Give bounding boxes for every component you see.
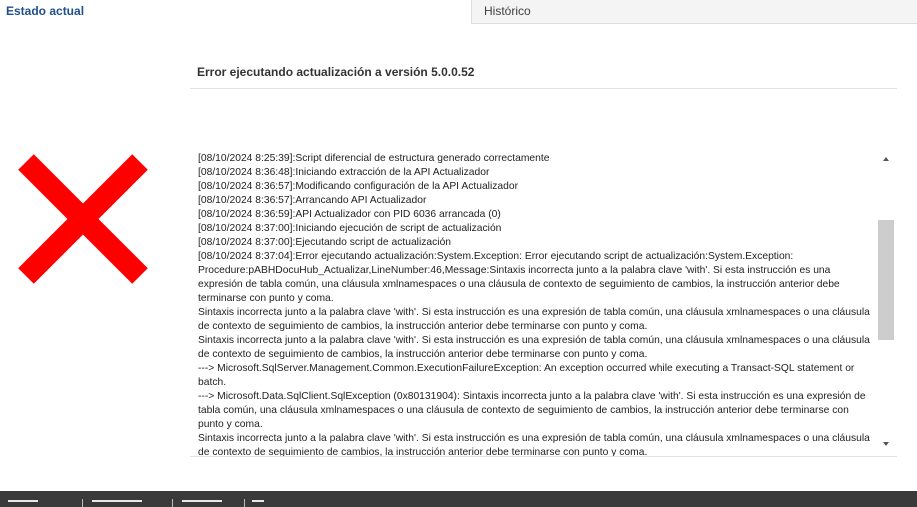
log-content: [08/10/2024 8:25:39]:Script diferencial …	[198, 152, 876, 457]
log-line: ---> Microsoft.SqlServer.Management.Comm…	[198, 363, 855, 388]
log-output[interactable]: [08/10/2024 8:25:39]:Script diferencial …	[190, 147, 897, 457]
log-line: Sintaxis incorrecta junto a la palabra c…	[198, 335, 870, 360]
log-line: Sintaxis incorrecta junto a la palabra c…	[198, 307, 870, 332]
log-line: [08/10/2024 8:25:39]:Script diferencial …	[198, 153, 550, 164]
tab-estado-actual[interactable]: Estado actual	[0, 0, 471, 25]
toolbar-glyph	[92, 500, 142, 502]
log-line: [08/10/2024 8:36:57]:Arrancando API Actu…	[198, 195, 427, 206]
toolbar-separator	[172, 499, 173, 507]
bottom-toolbar	[0, 491, 917, 507]
toolbar-separator	[82, 499, 83, 507]
heading-divider	[190, 88, 897, 89]
log-line: [08/10/2024 8:36:59]:API Actualizador co…	[198, 209, 501, 220]
log-line: [08/10/2024 8:37:04]:Error ejecutando ac…	[198, 251, 840, 304]
update-status-page: Estado actual Histórico Error ejecutando…	[0, 0, 917, 507]
toolbar-glyph	[8, 500, 38, 502]
scroll-thumb[interactable]	[878, 220, 894, 340]
log-line: ---> Microsoft.Data.SqlClient.SqlExcepti…	[198, 391, 866, 430]
log-line: [08/10/2024 8:36:48]:Iniciando extracció…	[198, 167, 490, 178]
log-line: [08/10/2024 8:36:57]:Modificando configu…	[198, 181, 518, 192]
log-line: [08/10/2024 8:37:00]:Iniciando ejecución…	[198, 223, 502, 234]
log-line: [08/10/2024 8:37:00]:Ejecutando script d…	[198, 237, 452, 248]
tab-historico-label: Histórico	[484, 4, 531, 18]
scroll-up-arrow-icon[interactable]	[880, 153, 892, 165]
scroll-down-arrow-icon[interactable]	[880, 438, 892, 450]
error-x-icon	[18, 154, 148, 284]
tab-bar: Estado actual Histórico	[0, 0, 917, 25]
tab-historico[interactable]: Histórico	[471, 0, 917, 24]
log-line: Sintaxis incorrecta junto a la palabra c…	[198, 433, 870, 457]
status-heading: Error ejecutando actualización a versión…	[197, 65, 475, 79]
tab-estado-actual-label: Estado actual	[6, 4, 85, 18]
toolbar-glyph	[252, 500, 264, 502]
toolbar-glyph	[182, 500, 222, 502]
log-scrollbar[interactable]	[876, 147, 896, 456]
toolbar-separator	[244, 499, 245, 507]
